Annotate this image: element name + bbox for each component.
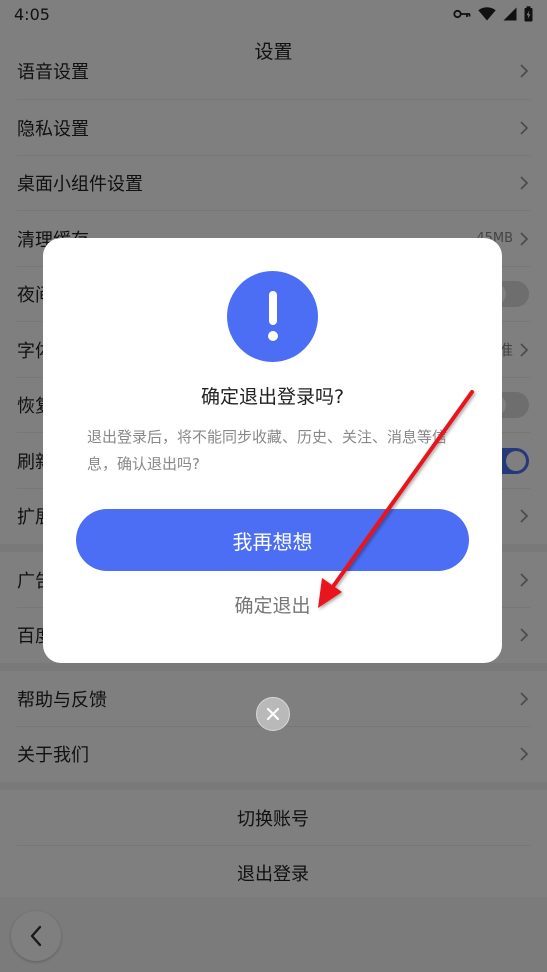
dialog-title: 确定退出登录吗? [200, 386, 345, 408]
logout-confirm-dialog: 确定退出登录吗? 退出登录后，将不能同步收藏、历史、关注、消息等信息，确认退出吗… [43, 238, 502, 663]
confirm-logout-button[interactable]: 确定退出 [43, 586, 502, 622]
exclamation-icon [227, 271, 318, 362]
think-again-button[interactable]: 我再想想 [76, 509, 469, 571]
close-dialog-button[interactable] [256, 697, 290, 731]
close-icon [266, 707, 280, 721]
dialog-message: 退出登录后，将不能同步收藏、历史、关注、消息等信息，确认退出吗? [87, 428, 448, 473]
